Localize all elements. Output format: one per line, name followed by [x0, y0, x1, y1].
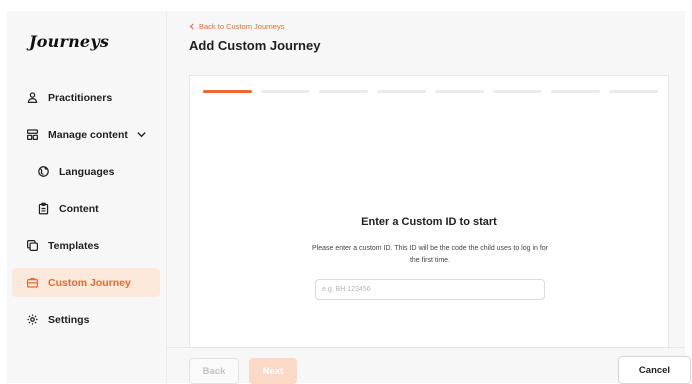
sidebar-item-manage-content[interactable]: Manage content	[12, 120, 160, 149]
step-segment-2	[261, 90, 310, 93]
form-heading: Enter a Custom ID to start	[361, 216, 497, 228]
sidebar-item-label: Practitioners	[48, 91, 113, 104]
step-segment-4	[377, 90, 426, 93]
back-link-label: Back to Custom Journeys	[199, 22, 285, 31]
users-icon	[25, 91, 39, 105]
next-button[interactable]: Next	[249, 358, 297, 384]
back-to-custom-journeys-link[interactable]: Back to Custom Journeys	[189, 22, 284, 31]
sidebar-item-label: Content	[59, 202, 99, 215]
progress-stepper	[203, 90, 658, 93]
sidebar-item-practitioners[interactable]: Practitioners	[12, 83, 160, 112]
step-segment-7	[551, 90, 600, 93]
chevron-left-icon	[189, 23, 195, 30]
chevron-down-icon[interactable]	[136, 129, 147, 140]
globe-icon	[36, 165, 50, 179]
sidebar-item-label: Languages	[59, 165, 115, 178]
step-segment-1	[203, 90, 252, 93]
sidebar-item-content[interactable]: Content	[12, 194, 160, 223]
app-window: Journeys Practitioners Manage content La…	[7, 11, 691, 384]
sidebar-item-label: Settings	[48, 313, 90, 326]
sidebar-item-label: Custom Journey	[48, 276, 131, 289]
sidebar-item-custom-journey[interactable]: Custom Journey	[12, 268, 160, 297]
page-header: Back to Custom Journeys Add Custom Journ…	[167, 11, 685, 75]
sidebar-item-label: Templates	[48, 239, 100, 252]
page-title: Add Custom Journey	[189, 38, 321, 53]
sidebar-item-label: Manage content	[48, 128, 128, 141]
sidebar-nav: Practitioners Manage content Languages C…	[12, 83, 160, 342]
step-segment-6	[493, 90, 542, 93]
custom-id-input[interactable]	[315, 279, 545, 300]
step-segment-5	[435, 90, 484, 93]
step-segment-8	[609, 90, 658, 93]
briefcase-icon	[25, 276, 39, 290]
form-description: Please enter a custom ID. This ID will b…	[311, 245, 549, 264]
form-footer: Back Next Cancel	[167, 347, 691, 384]
form-card: Enter a Custom ID to start Please enter …	[189, 75, 669, 347]
app-logo: Journeys	[29, 32, 110, 51]
back-button[interactable]: Back	[189, 358, 239, 384]
sidebar-item-settings[interactable]: Settings	[12, 305, 160, 334]
clipboard-icon	[36, 202, 50, 216]
main-content: Back to Custom Journeys Add Custom Journ…	[166, 11, 691, 384]
sidebar: Journeys Practitioners Manage content La…	[7, 11, 166, 383]
step-segment-3	[319, 90, 368, 93]
copy-icon	[25, 239, 39, 253]
sidebar-item-templates[interactable]: Templates	[12, 231, 160, 260]
sidebar-item-languages[interactable]: Languages	[12, 157, 160, 186]
cancel-button[interactable]: Cancel	[618, 356, 691, 384]
gear-icon	[25, 313, 39, 327]
layout-icon	[25, 128, 39, 142]
